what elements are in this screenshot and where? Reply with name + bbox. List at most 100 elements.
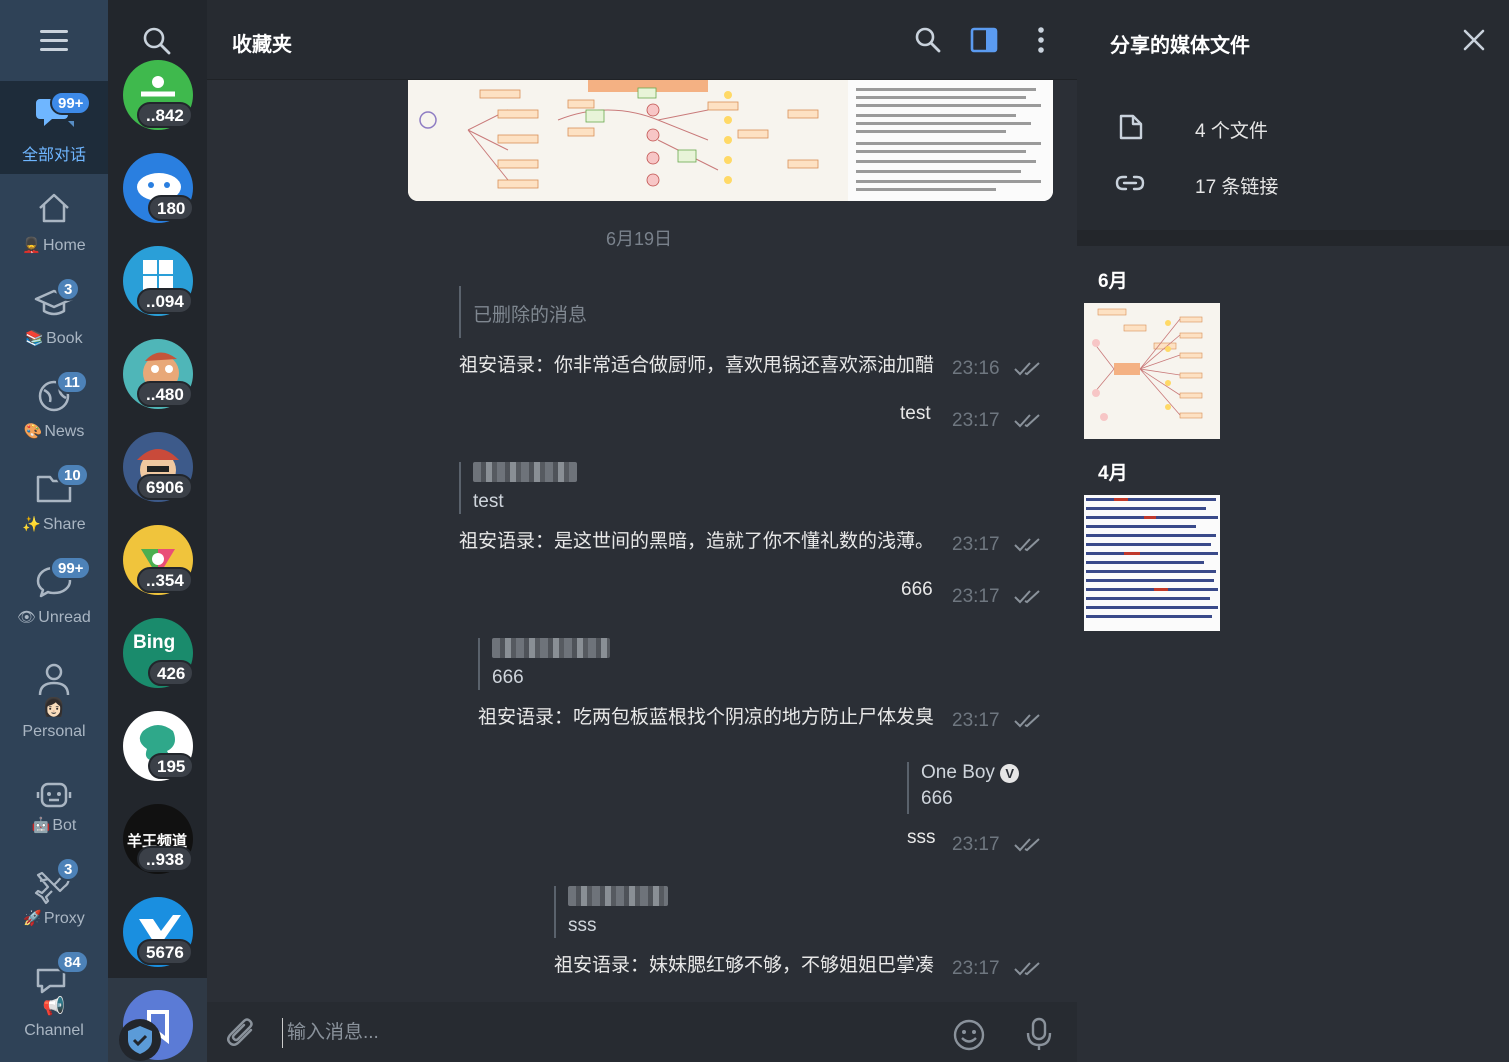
links-count: 17 条链接 (1195, 177, 1279, 198)
unread-badge: 426 (148, 660, 195, 686)
message-input[interactable] (282, 1018, 942, 1048)
read-checkmarks-icon (1014, 590, 1040, 604)
folder-label: ✨ Share (22, 516, 86, 533)
blurred-sender-name (568, 886, 668, 906)
reply-quote[interactable]: 666 (478, 638, 610, 690)
unread-badge: ..938 (137, 846, 193, 872)
reply-quote[interactable]: 已删除的消息 (459, 286, 587, 338)
unread-badge: ..842 (137, 102, 193, 128)
person-icon (38, 663, 70, 696)
media-thumbnail[interactable] (1084, 303, 1220, 439)
divider (1077, 230, 1509, 246)
menu-button[interactable] (0, 0, 108, 80)
folder-unread[interactable]: 99+ 👁 Unread (0, 546, 108, 639)
search-icon[interactable] (140, 24, 174, 58)
folder-emoji: 📢 (42, 996, 66, 1016)
verified-icon: V (1000, 764, 1020, 783)
paperclip-icon[interactable] (225, 1016, 259, 1050)
folder-book[interactable]: 3 📚 Book (0, 267, 108, 360)
reply-text: test (473, 491, 504, 512)
message-time: 23:17 (952, 410, 1000, 431)
media-stats: 4 个文件 17 条链接 (1077, 80, 1509, 230)
unread-badge: 6906 (137, 474, 193, 500)
files-row[interactable]: 4 个文件 (1077, 102, 1509, 152)
chat-area: 收藏夹 6月19日 已删除的消息 祖安语录：你非常适合做厨师，喜欢甩锅还喜欢添油… (207, 0, 1077, 1062)
unread-badge: ..094 (137, 288, 193, 314)
file-icon (1119, 114, 1143, 140)
reply-text: sss (568, 915, 597, 936)
folder-badge: 10 (56, 463, 89, 487)
media-thumbnail[interactable] (1084, 495, 1220, 631)
month-header: 6月 (1098, 271, 1128, 292)
reply-sender-name: One Boy V (921, 762, 1020, 784)
folder-label: 👁 Unread (17, 609, 91, 626)
message-time: 23:16 (952, 358, 1000, 379)
panel-title: 分享的媒体文件 (1110, 35, 1250, 57)
blurred-sender-name (473, 462, 577, 482)
folder-badge: 84 (56, 950, 89, 974)
search-icon[interactable] (912, 24, 944, 56)
avatar-text: Bing (133, 632, 176, 653)
folder-bot[interactable]: 🤖 Bot (0, 760, 108, 853)
reply-quote[interactable]: sss (554, 886, 668, 938)
folder-label: 🚀 Proxy (23, 910, 85, 927)
folder-personal[interactable]: 👩🏻 Personal (0, 645, 108, 753)
read-checkmarks-icon (1014, 962, 1040, 976)
read-checkmarks-icon (1014, 362, 1040, 376)
files-count: 4 个文件 (1195, 121, 1268, 142)
folder-label: Channel (24, 1022, 84, 1039)
shared-media-panel: 分享的媒体文件 4 个文件 17 条链接 6月 4月 (1077, 0, 1509, 1062)
more-options-icon[interactable] (1025, 24, 1057, 56)
chat-title: 收藏夹 (232, 34, 292, 56)
links-row[interactable]: 17 条链接 (1077, 158, 1509, 208)
read-checkmarks-icon (1014, 538, 1040, 552)
message-image-preview[interactable] (408, 80, 1053, 201)
telegram-window: 99+ 全部对话 💂 Home 3 📚 Book 11 🎨 News 10 ✨ … (0, 0, 1509, 1062)
folder-label: 📚 Book (25, 330, 83, 347)
mindmap-thumbnail (408, 80, 1053, 201)
folder-badge: 3 (56, 857, 81, 881)
folder-badge: 3 (56, 277, 81, 301)
unread-badge: 195 (148, 753, 195, 779)
unread-badge: ..354 (137, 567, 193, 593)
folder-all-chats[interactable]: 99+ 全部对话 (0, 81, 108, 174)
chat-list: ..842 180 ..094 ..480 6906 ..354 Bing 42… (108, 0, 207, 1062)
panel-header: 分享的媒体文件 (1077, 0, 1509, 80)
read-checkmarks-icon (1014, 414, 1040, 428)
folder-emoji: 👩🏻 (42, 697, 66, 717)
code-thumbnail (1084, 495, 1220, 631)
reply-text: 666 (492, 667, 524, 688)
folder-label: 💂 Home (22, 237, 86, 254)
month-header: 4月 (1098, 463, 1128, 484)
folder-home[interactable]: 💂 Home (0, 174, 108, 267)
robot-icon (36, 782, 72, 808)
emoji-icon[interactable] (952, 1018, 986, 1052)
folder-badge: 99+ (50, 91, 92, 115)
sidebar-toggle-icon[interactable] (968, 24, 1000, 56)
folder-news[interactable]: 11 🎨 News (0, 360, 108, 453)
shield-check-icon (119, 1019, 161, 1061)
close-icon[interactable] (1461, 27, 1487, 53)
reply-quote[interactable]: One Boy V 666 (907, 762, 1020, 814)
message-time: 23:17 (952, 586, 1000, 607)
unread-badge: 180 (148, 195, 195, 221)
message-time: 23:17 (952, 958, 1000, 979)
reply-quote[interactable]: test (459, 462, 577, 514)
folder-proxy[interactable]: 3 🚀 Proxy (0, 853, 108, 946)
folder-share[interactable]: 10 ✨ Share (0, 453, 108, 546)
microphone-icon[interactable] (1022, 1016, 1056, 1052)
message-time: 23:17 (952, 834, 1000, 855)
folder-label: 🤖 Bot (31, 817, 77, 834)
mindmap-thumbnail (1084, 303, 1220, 439)
reply-text: 已删除的消息 (473, 305, 588, 326)
folder-channel[interactable]: 84 📢 Channel (0, 946, 108, 1062)
folder-badge: 99+ (50, 556, 92, 580)
read-checkmarks-icon (1014, 838, 1040, 852)
message-time: 23:17 (952, 534, 1000, 555)
date-separator: 6月19日 (606, 229, 673, 249)
folder-label: 全部对话 (21, 147, 86, 164)
hamburger-icon (40, 38, 68, 42)
chat-header: 收藏夹 (207, 0, 1077, 80)
message-time: 23:17 (952, 710, 1000, 731)
folder-label: 🎨 News (23, 423, 85, 440)
